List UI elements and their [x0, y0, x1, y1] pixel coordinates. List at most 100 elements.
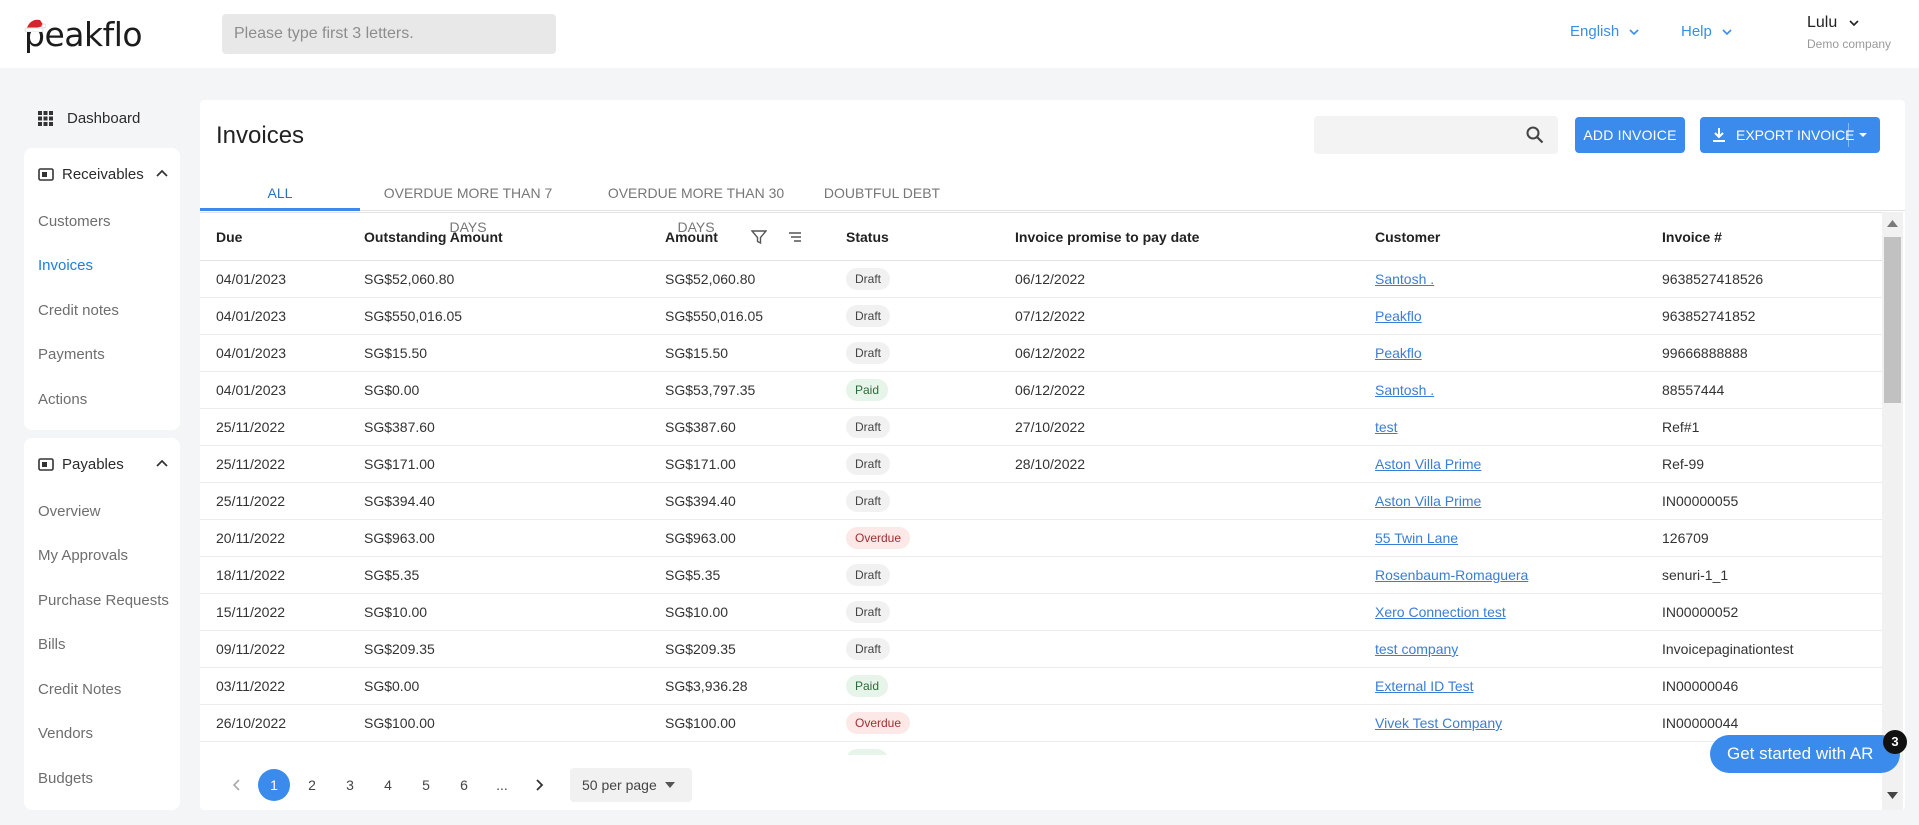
table-scrollbar[interactable] [1882, 212, 1903, 810]
customer-link[interactable]: Peakflo [1375, 308, 1422, 324]
column-header-promise-date[interactable]: Invoice promise to pay date [999, 212, 1359, 261]
sidebar-item-purchase-requests[interactable]: Purchase Requests [38, 592, 169, 609]
payables-icon [38, 458, 54, 471]
customer-link[interactable]: Santosh . [1375, 382, 1434, 398]
invoice-search-input[interactable] [1314, 116, 1514, 154]
add-invoice-button[interactable]: ADD INVOICE [1575, 117, 1685, 153]
cell-invoice-number: Ref-99 [1646, 445, 1882, 483]
export-invoice-button[interactable]: EXPORT INVOICE [1700, 117, 1880, 153]
page-ellipsis[interactable]: ... [486, 769, 518, 801]
table-row[interactable]: 03/11/2022 SG$0.00 SG$3,936.28 Paid External… [200, 667, 1882, 705]
customer-link[interactable]: Santosh . [1375, 271, 1434, 287]
scroll-down-arrow-icon[interactable] [1887, 792, 1898, 799]
scroll-up-arrow-icon[interactable] [1887, 220, 1898, 227]
sidebar-item-actions[interactable]: Actions [38, 391, 87, 408]
next-page-button[interactable] [524, 769, 556, 801]
previous-page-button[interactable] [220, 769, 252, 801]
table-row[interactable]: 26/10/2022 SG$100.00 SG$100.00 Overdue Vivek… [200, 704, 1882, 742]
customer-link[interactable]: test [1375, 419, 1398, 435]
customer-link[interactable]: Xero Connection test [1375, 604, 1506, 620]
cell-outstanding-amount: SG$100.00 [348, 704, 649, 742]
table-row[interactable]: 04/01/2023 SG$550,016.05 SG$550,016.05 Draf… [200, 297, 1882, 335]
tab-doubtful-debt[interactable]: DOUBTFUL DEBT [822, 176, 942, 211]
table-row[interactable]: 04/01/2023 SG$15.50 SG$15.50 Draft 06/12/202… [200, 334, 1882, 372]
sidebar-item-dashboard[interactable]: Dashboard [24, 100, 180, 136]
column-header-due[interactable]: Due [200, 212, 348, 261]
table-row[interactable]: 04/01/2023 SG$0.00 SG$53,797.35 Paid 06/12/2… [200, 371, 1882, 409]
sidebar-item-payments[interactable]: Payments [38, 346, 105, 363]
per-page-select[interactable]: 50 per page [570, 768, 692, 802]
user-menu[interactable]: Lulu Demo company [1807, 14, 1891, 51]
get-started-ar-button[interactable]: Get started with AR [1710, 735, 1900, 773]
page-number-button[interactable]: 4 [372, 769, 404, 801]
language-label: English [1570, 23, 1620, 40]
customer-link[interactable]: test company [1375, 641, 1458, 657]
cell-promise-date: 27/10/2022 [999, 408, 1359, 446]
sidebar-item-customers[interactable]: Customers [38, 213, 111, 230]
cell-status: Draft [830, 408, 999, 446]
scrollbar-thumb[interactable] [1884, 237, 1901, 403]
sidebar-item-vendors[interactable]: Vendors [38, 725, 93, 742]
tab-all[interactable]: ALL [200, 176, 360, 211]
customer-link[interactable]: 55 Twin Lane [1375, 530, 1458, 546]
cell-due-date: 04/01/2023 [200, 297, 348, 335]
page-number-button[interactable]: 3 [334, 769, 366, 801]
table-row[interactable]: 15/11/2022 SG$10.00 SG$10.00 Draft Xero Conn… [200, 593, 1882, 631]
chevron-up-icon[interactable] [156, 168, 168, 180]
table-row[interactable]: 25/11/2022 SG$394.40 SG$394.40 Draft Aston V… [200, 482, 1882, 520]
page-number-button[interactable]: 6 [448, 769, 480, 801]
sidebar-item-budgets[interactable]: Budgets [38, 770, 93, 787]
sort-icon[interactable] [787, 229, 803, 245]
receivables-section: Receivables Customers Invoices Credit no… [24, 148, 180, 430]
cell-amount: SG$10.00 [649, 593, 830, 631]
cell-amount: SG$15.50 [649, 334, 830, 372]
customer-link[interactable]: External ID Test [1375, 678, 1474, 694]
table-row[interactable]: 20/11/2022 SG$963.00 SG$963.00 Overdue 55 Tw… [200, 519, 1882, 557]
status-badge: Draft [846, 490, 891, 512]
chevron-up-icon[interactable] [156, 458, 168, 470]
page-number-button[interactable]: 5 [410, 769, 442, 801]
receivables-title: Receivables [62, 166, 144, 183]
customer-link[interactable]: Vivek Test Company [1375, 715, 1502, 731]
cell-outstanding-amount: SG$171.00 [348, 445, 649, 483]
table-row[interactable]: 09/11/2022 SG$209.35 SG$209.35 Draft test co… [200, 630, 1882, 668]
table-row[interactable]: 04/01/2023 SG$52,060.80 SG$52,060.80 Draft 0… [200, 260, 1882, 298]
sidebar-item-bills[interactable]: Bills [38, 636, 66, 653]
customer-link[interactable]: Rosenbaum-Romaguera [1375, 567, 1528, 583]
table-row[interactable]: 18/11/2022 SG$5.35 SG$5.35 Draft Rosenbaum-R… [200, 556, 1882, 594]
customer-link[interactable]: Aston Villa Prime [1375, 456, 1481, 472]
sidebar-item-invoices[interactable]: Invoices [38, 257, 93, 274]
pagination: 1 2 3 4 5 6... 50 per page [220, 768, 692, 802]
receivables-header[interactable]: Receivables [38, 166, 168, 183]
column-header-outstanding-amount[interactable]: Outstanding Amount [348, 212, 649, 261]
caret-down-icon[interactable] [1858, 131, 1868, 139]
sidebar-item-credit-notes-payables[interactable]: Credit Notes [38, 681, 121, 698]
table-row[interactable]: 26/10/2022SG$0.00SG$10.00 Paid Vivek Test … [200, 741, 1882, 755]
sidebar-item-my-approvals[interactable]: My Approvals [38, 547, 128, 564]
customer-link[interactable]: Vivek Test Company [1375, 752, 1502, 755]
help-menu[interactable]: Help [1681, 23, 1732, 40]
table-row[interactable]: 25/11/2022 SG$387.60 SG$387.60 Draft 27/10/2… [200, 408, 1882, 446]
customer-link[interactable]: Peakflo [1375, 345, 1422, 361]
sidebar-item-overview[interactable]: Overview [38, 503, 101, 520]
payables-header[interactable]: Payables [38, 456, 168, 473]
page-number-button[interactable]: 2 [296, 769, 328, 801]
sidebar-item-credit-notes[interactable]: Credit notes [38, 302, 119, 319]
global-search-input[interactable] [222, 14, 556, 54]
language-selector[interactable]: English [1570, 23, 1639, 40]
column-header-status[interactable]: Status [830, 212, 999, 261]
column-header-amount[interactable]: Amount [649, 212, 830, 261]
invoice-table: Due Outstanding Amount Amount Status Inv… [200, 212, 1882, 755]
peakflo-logo[interactable]: peakflo [24, 14, 143, 54]
tab-overdue-7-days[interactable]: OVERDUE MORE THAN 7 DAYS [366, 176, 570, 235]
page-number-button[interactable]: 1 [258, 769, 290, 801]
column-header-invoice-number[interactable]: Invoice # [1646, 212, 1882, 261]
cell-customer: Peakflo [1359, 297, 1646, 335]
column-header-customer[interactable]: Customer [1359, 212, 1646, 261]
filter-icon[interactable] [751, 229, 767, 245]
tab-overdue-30-days[interactable]: OVERDUE MORE THAN 30 DAYS [590, 176, 802, 235]
search-icon[interactable] [1526, 126, 1544, 144]
customer-link[interactable]: Aston Villa Prime [1375, 493, 1481, 509]
table-row[interactable]: 25/11/2022 SG$171.00 SG$171.00 Draft 28/10/2… [200, 445, 1882, 483]
cell-invoice-number: 9638527418526 [1646, 260, 1882, 298]
